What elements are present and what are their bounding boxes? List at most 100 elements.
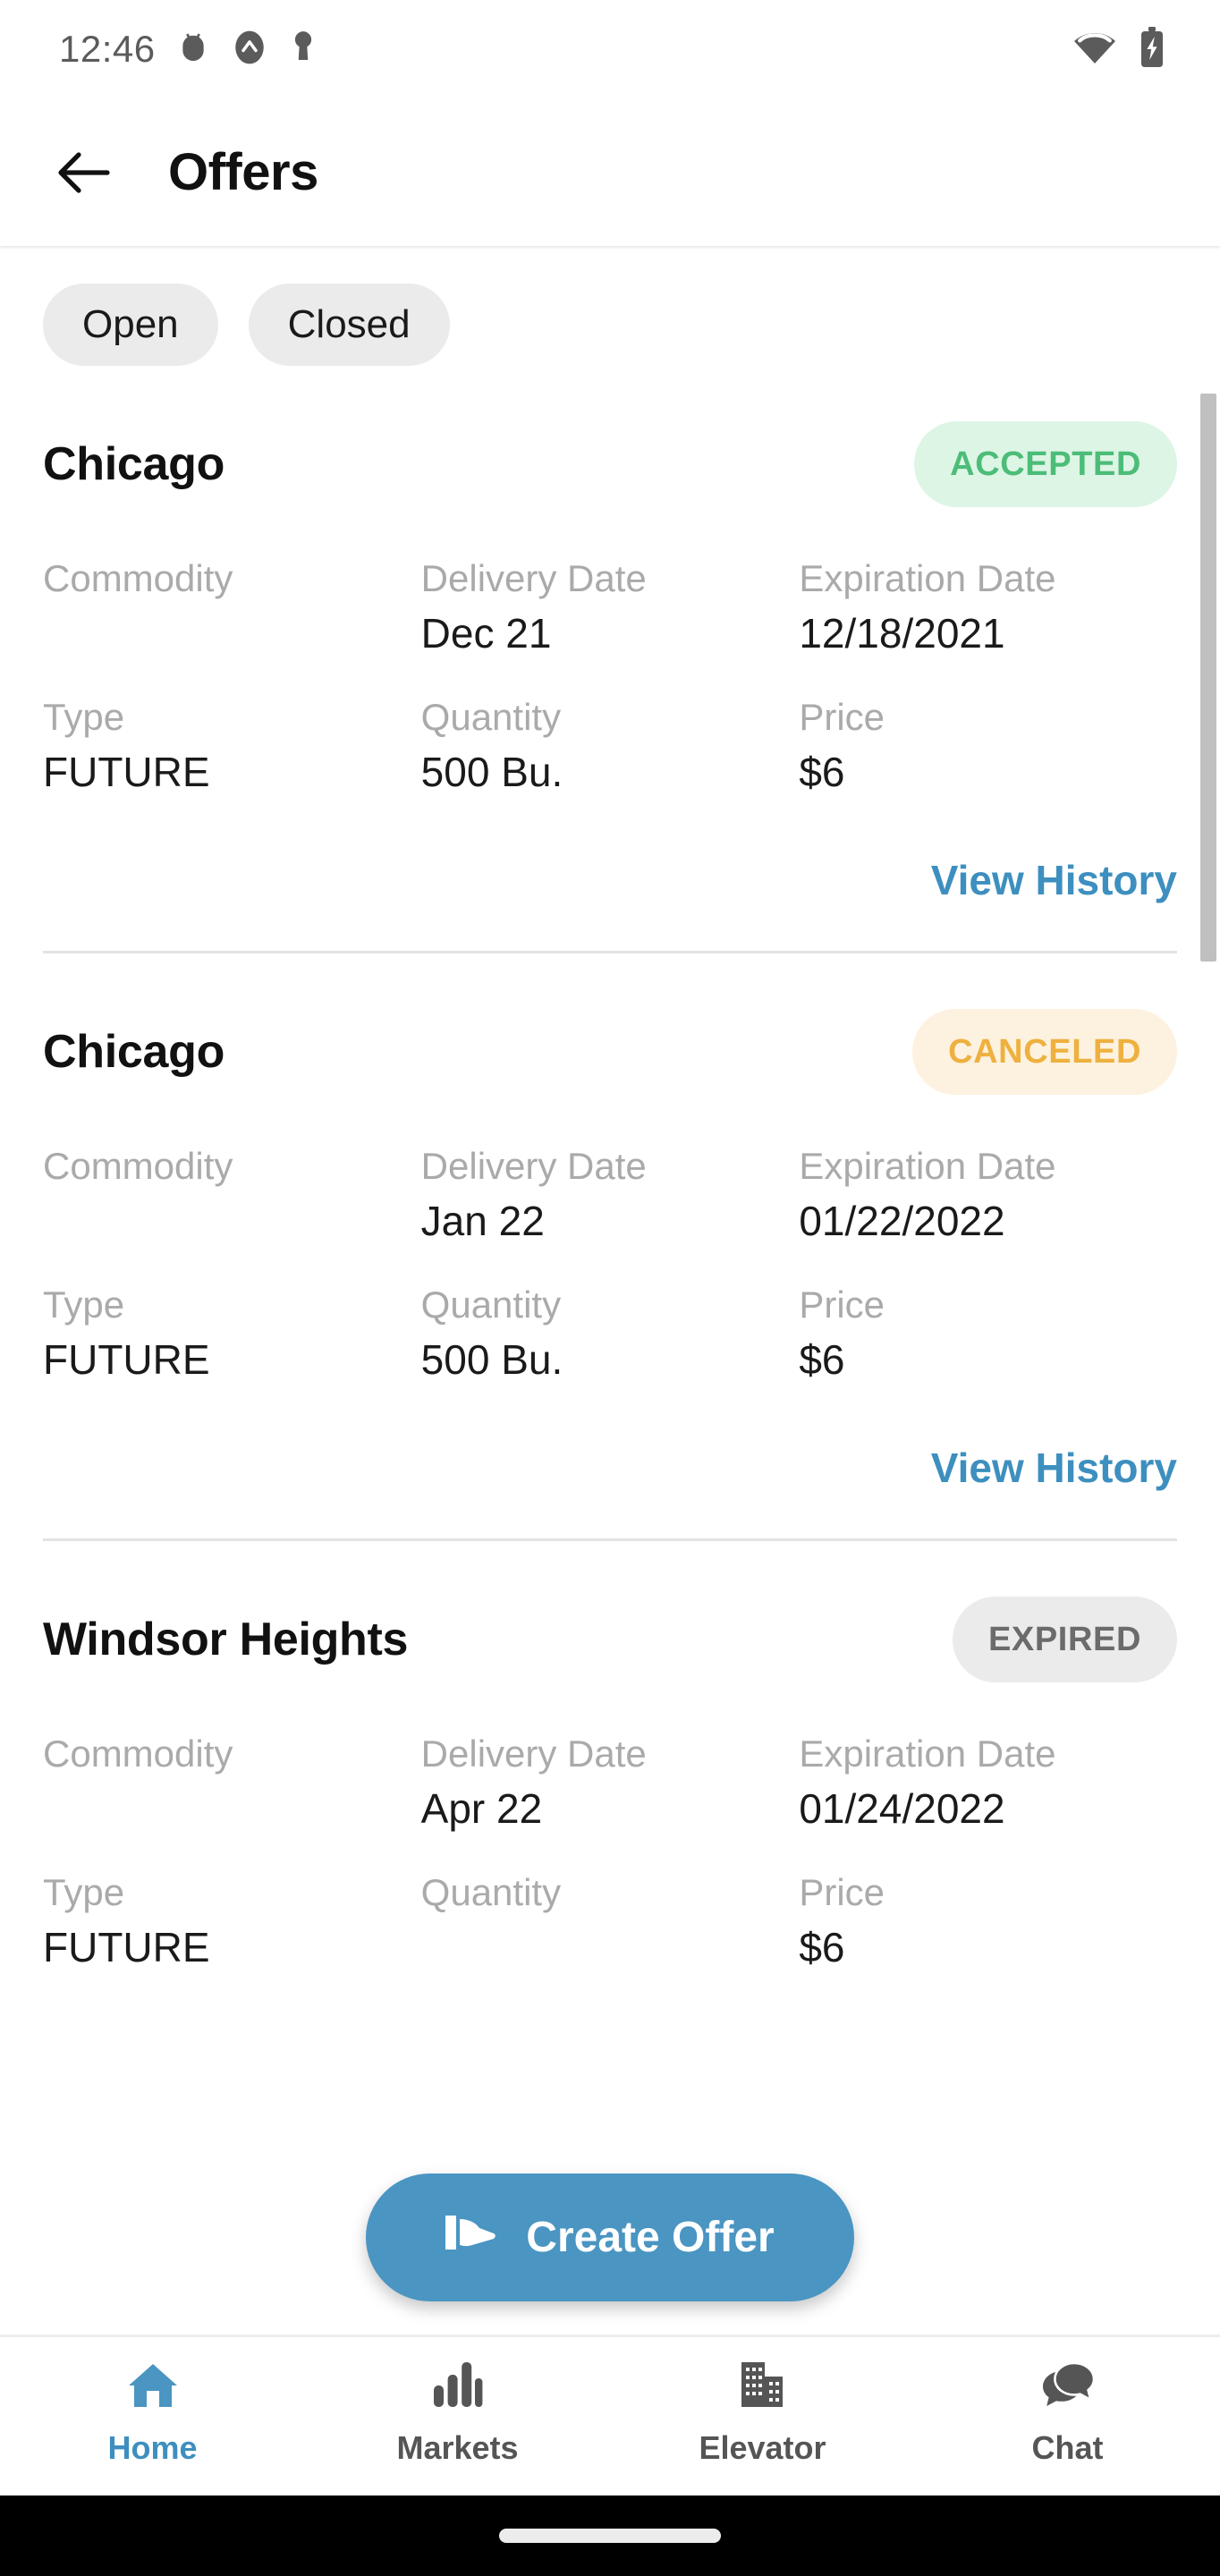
status-badge: CANCELED <box>912 1009 1177 1096</box>
field-price-label: Price <box>799 1284 885 1326</box>
nav-item-elevator[interactable]: Elevator <box>610 2337 915 2467</box>
offer-details-row: Commodity Delivery Date Dec 21 Expiratio… <box>43 554 1177 662</box>
offer-details-row: Type FUTURE Quantity Price $6 <box>43 1868 1177 1976</box>
field-type: Type FUTURE <box>43 1868 421 1976</box>
page-title: Offers <box>168 143 318 201</box>
filter-chip-group: Open Closed <box>0 246 1220 366</box>
field-delivery-date-value: Apr 22 <box>420 1785 543 1832</box>
offer-card-footer: View History <box>43 1444 1177 1492</box>
field-delivery-date: Delivery Date Apr 22 <box>421 1729 800 1837</box>
field-commodity-value <box>43 1192 421 1250</box>
field-quantity: Quantity 500 Bu. <box>421 1280 800 1388</box>
offer-details-row: Type FUTURE Quantity 500 Bu. Price $6 <box>43 1280 1177 1388</box>
field-commodity-label: Commodity <box>43 1145 233 1188</box>
building-icon <box>736 2360 790 2415</box>
circle-chevron-up-icon <box>231 29 268 71</box>
status-badge-label: EXPIRED <box>987 1620 1141 1658</box>
field-delivery-date: Delivery Date Dec 21 <box>421 554 800 662</box>
offer-card[interactable]: Chicago CANCELED Commodity Delivery Date… <box>0 1009 1220 1542</box>
field-delivery-date-value: Jan 22 <box>420 1197 545 1244</box>
debug-bug-icon <box>175 30 211 70</box>
nav-item-home-label: Home <box>107 2429 198 2466</box>
field-delivery-date-label: Delivery Date <box>420 557 647 599</box>
field-commodity-value <box>43 1780 421 1837</box>
battery-charging-icon <box>1138 26 1166 73</box>
field-expiration-date-value: 12/18/2021 <box>799 609 1005 657</box>
field-type-value: FUTURE <box>43 1924 210 1971</box>
field-commodity: Commodity <box>43 1729 421 1837</box>
field-type: Type FUTURE <box>43 692 421 801</box>
status-bar: 12:46 <box>0 0 1220 98</box>
gesture-home-handle[interactable] <box>499 2529 721 2543</box>
offers-scroll-area[interactable]: Open Closed Chicago ACCEPTED Commodity D… <box>0 246 1220 2370</box>
field-price: Price $6 <box>799 692 1177 801</box>
field-price-label: Price <box>799 1871 885 1914</box>
field-type: Type FUTURE <box>43 1280 421 1388</box>
offer-location: Chicago <box>43 438 225 490</box>
offer-details-grid: Commodity Delivery Date Apr 22 Expiratio… <box>43 1729 1177 1976</box>
filter-chip-open-label: Open <box>82 302 179 346</box>
bottom-navigation-bar: Home Markets Elevator Chat <box>0 2334 1220 2496</box>
wifi-icon <box>1072 28 1118 72</box>
home-icon <box>125 2360 181 2415</box>
field-type-value: FUTURE <box>43 1335 210 1383</box>
field-price-value: $6 <box>799 1335 845 1383</box>
status-bar-clock: 12:46 <box>59 28 156 70</box>
chat-bubbles-icon <box>1040 2360 1096 2415</box>
nav-item-chat[interactable]: Chat <box>915 2337 1220 2467</box>
field-quantity-value: 500 Bu. <box>420 1335 563 1383</box>
offer-card-footer: View History <box>43 856 1177 904</box>
filter-chip-open[interactable]: Open <box>43 284 218 366</box>
offer-hand-icon <box>445 2212 497 2264</box>
field-quantity-label: Quantity <box>420 696 562 739</box>
view-history-link[interactable]: View History <box>931 1444 1177 1492</box>
field-quantity-label: Quantity <box>420 1284 562 1326</box>
offer-card[interactable]: Windsor Heights EXPIRED Commodity Delive… <box>0 1597 1220 1976</box>
field-expiration-date: Expiration Date 01/22/2022 <box>799 1141 1177 1250</box>
filter-chip-closed[interactable]: Closed <box>248 284 450 366</box>
field-quantity-value: 500 Bu. <box>420 748 563 795</box>
app-bar: Offers <box>0 98 1220 246</box>
nav-item-markets-label: Markets <box>396 2429 519 2466</box>
key-hole-icon <box>288 29 318 71</box>
view-history-link[interactable]: View History <box>931 856 1177 904</box>
status-bar-left: 12:46 <box>0 28 318 71</box>
offer-card-header: Chicago ACCEPTED <box>43 421 1177 507</box>
status-badge: ACCEPTED <box>914 421 1177 507</box>
arrow-left-icon <box>58 151 110 193</box>
field-expiration-date: Expiration Date 12/18/2021 <box>799 554 1177 662</box>
offer-details-row: Type FUTURE Quantity 500 Bu. Price $6 <box>43 692 1177 801</box>
offer-details-grid: Commodity Delivery Date Jan 22 Expiratio… <box>43 1141 1177 1388</box>
nav-item-elevator-label: Elevator <box>699 2429 826 2466</box>
offer-details-row: Commodity Delivery Date Jan 22 Expiratio… <box>43 1141 1177 1250</box>
field-delivery-date-label: Delivery Date <box>420 1733 647 1775</box>
field-quantity: Quantity 500 Bu. <box>421 692 800 801</box>
create-offer-label: Create Offer <box>526 2214 775 2261</box>
field-commodity: Commodity <box>43 554 421 662</box>
field-commodity-label: Commodity <box>43 557 233 599</box>
field-expiration-date-value: 01/24/2022 <box>799 1785 1005 1832</box>
offer-card[interactable]: Chicago ACCEPTED Commodity Delivery Date… <box>0 421 1220 954</box>
nav-item-home[interactable]: Home <box>0 2337 305 2467</box>
field-expiration-date: Expiration Date 01/24/2022 <box>799 1729 1177 1837</box>
offer-card-header: Windsor Heights EXPIRED <box>43 1597 1177 1683</box>
vertical-scrollbar[interactable] <box>1200 394 1216 962</box>
offer-location: Windsor Heights <box>43 1614 409 1666</box>
back-button[interactable] <box>43 131 125 214</box>
field-delivery-date-value: Dec 21 <box>420 609 552 657</box>
create-offer-button[interactable]: Create Offer <box>366 2174 854 2301</box>
card-divider <box>43 951 1177 954</box>
field-type-label: Type <box>43 696 125 739</box>
field-price: Price $6 <box>799 1280 1177 1388</box>
phone-screen: 12:46 Offers Open Closed Chicago ACCEPTE… <box>0 0 1220 2576</box>
field-commodity: Commodity <box>43 1141 421 1250</box>
field-commodity-label: Commodity <box>43 1733 233 1775</box>
field-price-label: Price <box>799 696 885 739</box>
status-bar-right <box>1072 26 1220 73</box>
field-quantity-label: Quantity <box>420 1871 562 1914</box>
nav-item-chat-label: Chat <box>1031 2429 1104 2466</box>
field-expiration-date-label: Expiration Date <box>799 1145 1056 1188</box>
nav-item-markets[interactable]: Markets <box>305 2337 610 2467</box>
field-expiration-date-value: 01/22/2022 <box>799 1197 1005 1244</box>
offer-details-grid: Commodity Delivery Date Dec 21 Expiratio… <box>43 554 1177 801</box>
